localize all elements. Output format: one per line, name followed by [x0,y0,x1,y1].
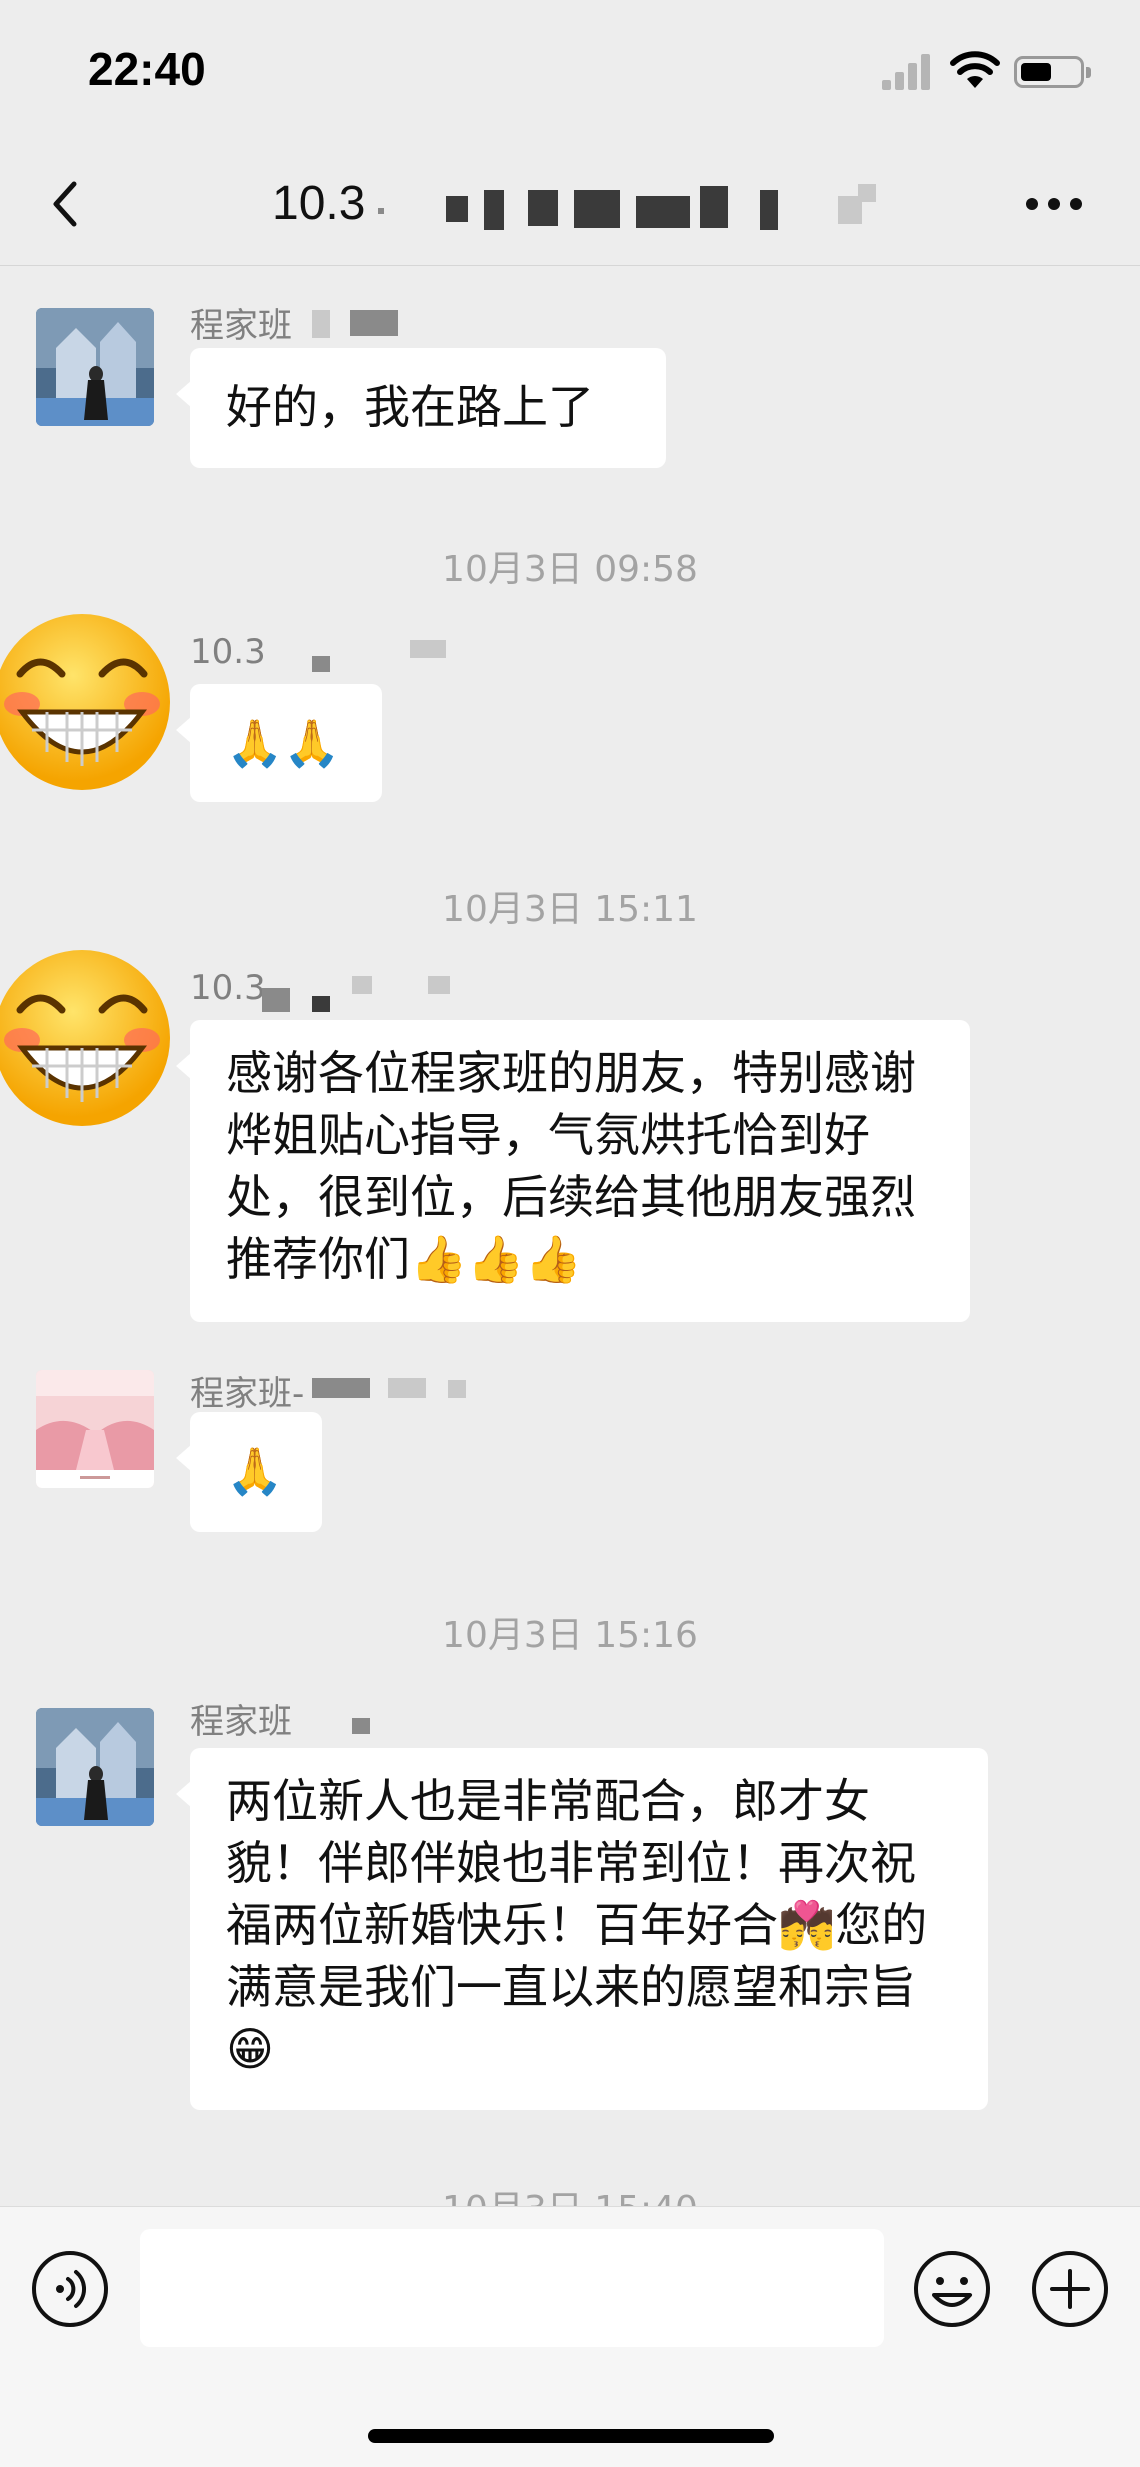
battery-icon [1014,56,1091,88]
sender-name: 程家班 [190,1702,292,1742]
sender-name: 10.3 [190,632,266,672]
chat-title: 10.3 [272,177,366,230]
more-dots-icon[interactable] [1026,196,1086,212]
timestamp: 10月3日 15:11 [442,889,698,930]
message-bubble[interactable]: 两位新人也是非常配合，郎才女貌！伴郎伴娘也非常到位！再次祝福两位新婚快乐！百年好… [176,1748,988,2110]
message-bubble[interactable]: 🙏 [176,1412,322,1532]
status-time: 22:40 [88,43,206,95]
input-bar [0,2206,1140,2467]
avatar[interactable] [36,308,154,426]
chat-header: 10.3 [0,140,1140,266]
avatar[interactable] [36,1708,154,1826]
sender-name: 10.3 [190,968,266,1008]
emoji-icon[interactable] [912,2249,992,2329]
sender-name: 程家班- [190,1374,305,1414]
plus-icon[interactable] [1030,2249,1110,2329]
timestamp: 10月3日 09:58 [442,549,698,590]
avatar[interactable] [36,1370,154,1488]
message-bubble[interactable]: 🙏🙏 [176,684,382,802]
grinning-emoji-avatar[interactable] [0,612,172,792]
message-input[interactable] [140,2229,884,2347]
wifi-icon [950,51,1000,88]
sender-name: 程家班 [190,306,292,346]
chevron-left-icon[interactable] [44,176,94,232]
home-indicator[interactable] [368,2429,774,2443]
status-bar: 22:40 [0,0,1140,140]
timestamp: 10月3日 15:16 [442,1615,698,1656]
message-bubble[interactable]: 好的，我在路上了 [176,348,666,468]
message-bubble[interactable]: 感谢各位程家班的朋友，特别感谢烨姐贴心指导，气氛烘托恰到好处，很到位，后续给其他… [176,1020,970,1322]
grinning-emoji-avatar[interactable] [0,948,172,1128]
cellular-signal-icon [882,52,934,90]
voice-icon[interactable] [30,2249,110,2329]
